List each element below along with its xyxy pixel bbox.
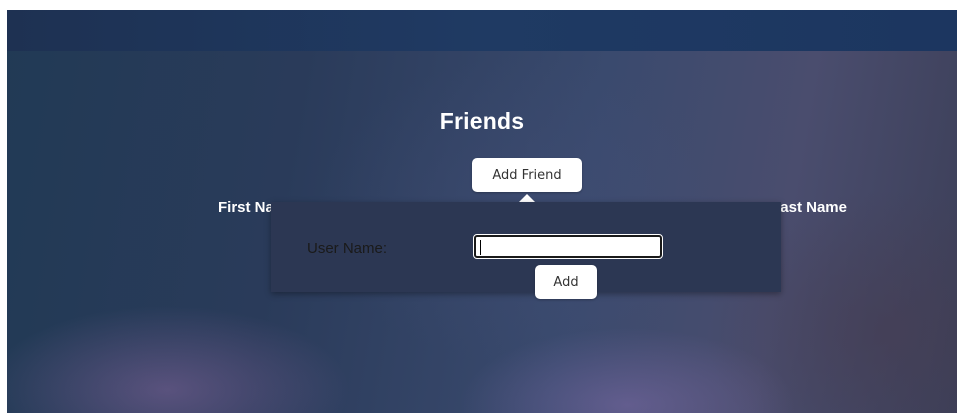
username-input[interactable] (473, 234, 663, 259)
add-friend-button[interactable]: Add Friend (472, 158, 582, 192)
column-header-last-name: Last Name (771, 199, 847, 216)
text-caret (480, 240, 481, 255)
page-title: Friends (439, 108, 525, 134)
add-button[interactable]: Add (535, 265, 597, 299)
top-navbar (7, 10, 957, 51)
popover-arrow (519, 194, 535, 202)
add-friend-popover: User Name: Add (271, 202, 781, 299)
app-window: Friends Add Friend First Name Last Name … (7, 10, 957, 413)
username-label: User Name: (307, 240, 388, 257)
